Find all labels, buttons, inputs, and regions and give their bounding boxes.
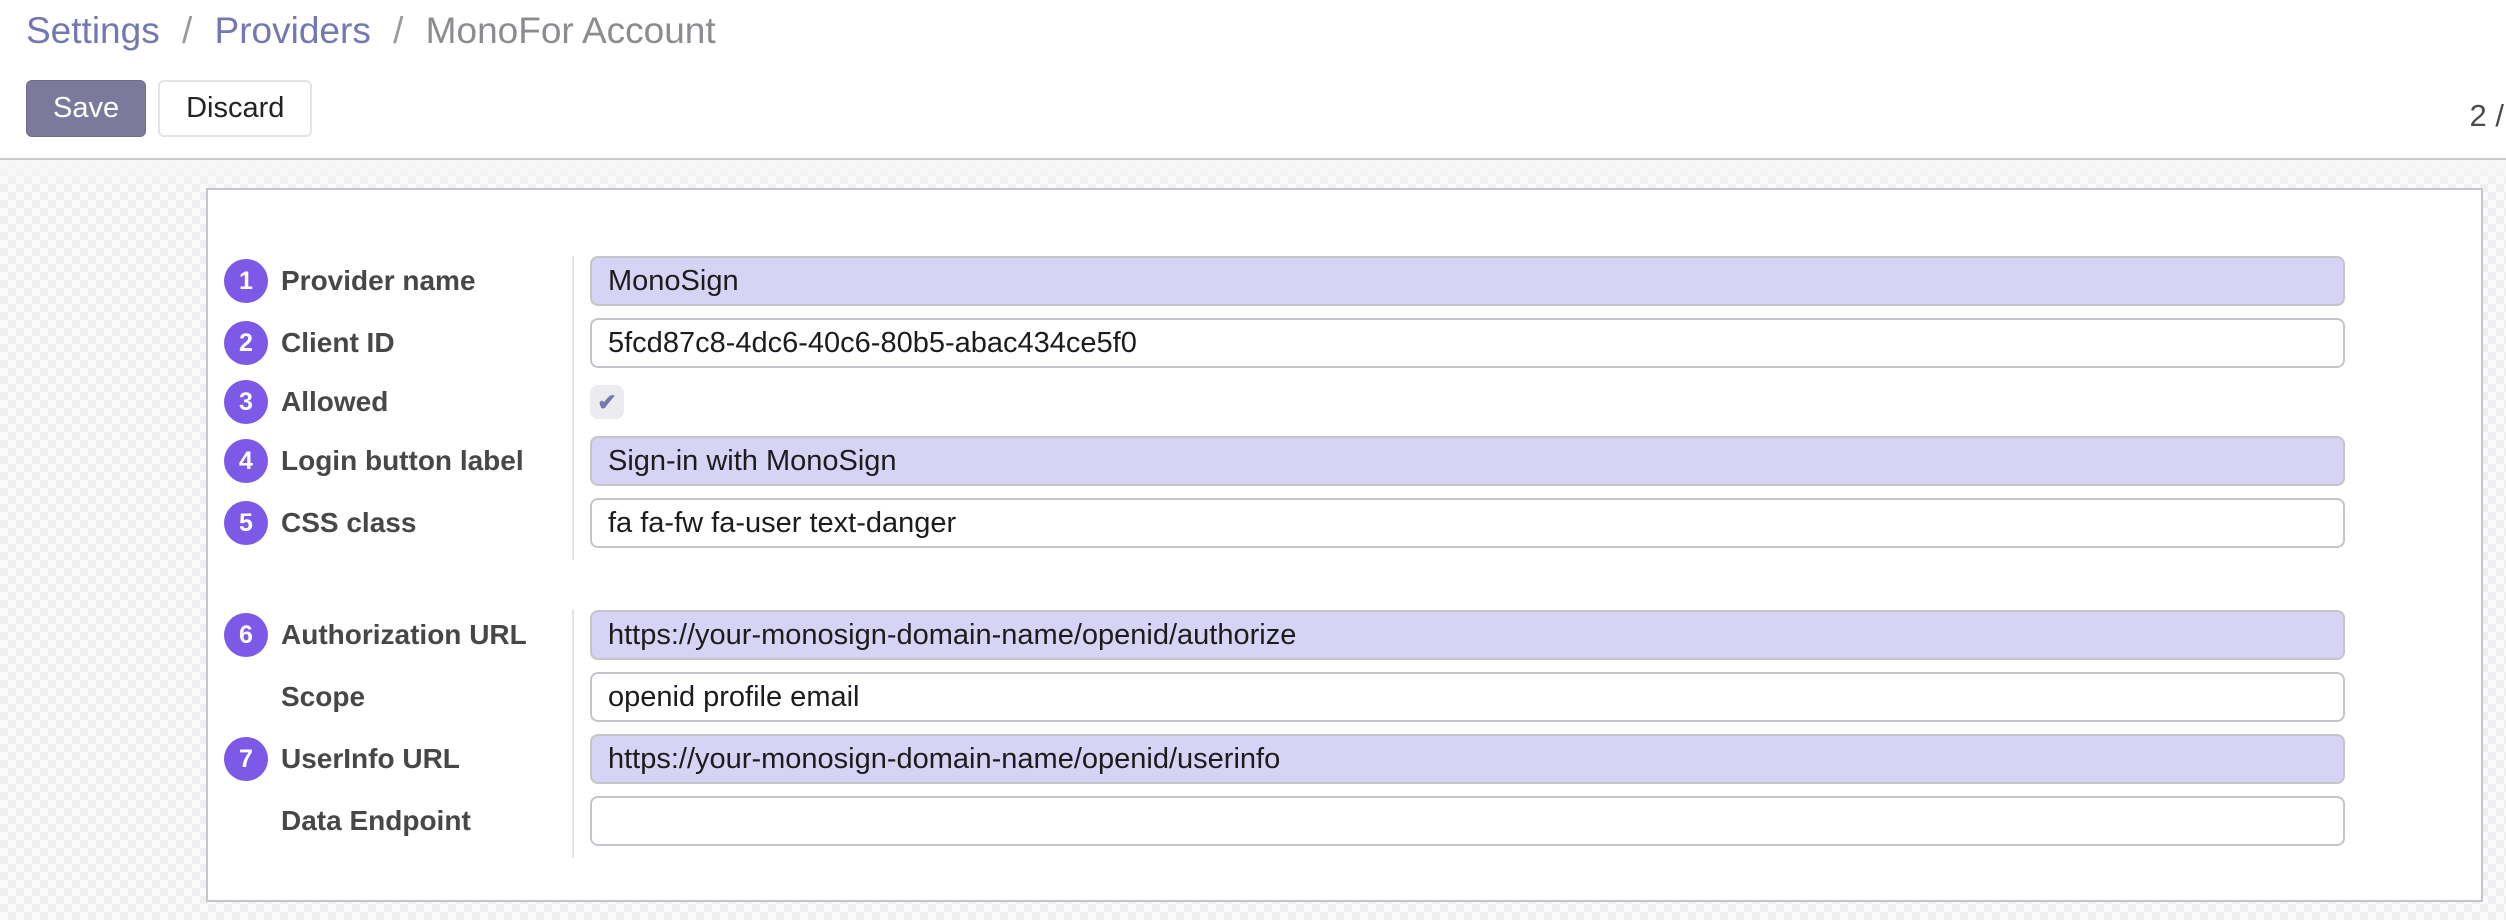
breadcrumb-settings[interactable]: Settings — [26, 10, 160, 51]
breadcrumb: Settings / Providers / MonoFor Account — [26, 6, 2506, 56]
authorization-url-label: Authorization URL — [281, 619, 527, 651]
form-row-data-endpoint: Data Endpoint — [224, 796, 2345, 858]
discard-button[interactable]: Discard — [158, 80, 312, 137]
breadcrumb-separator: / — [393, 10, 403, 51]
form-row-authorization-url: 6 Authorization URL — [224, 610, 2345, 672]
data-endpoint-input[interactable] — [590, 796, 2345, 846]
scope-input[interactable] — [590, 672, 2345, 722]
record-pager[interactable]: 2 / — [2470, 98, 2504, 134]
form-row-allowed: 3 Allowed ✔ — [224, 380, 2345, 436]
form-row-css-class: 5 CSS class — [224, 498, 2345, 560]
breadcrumb-providers[interactable]: Providers — [215, 10, 371, 51]
css-class-input[interactable] — [590, 498, 2345, 548]
step-2-badge: 2 — [224, 321, 268, 365]
control-panel: Settings / Providers / MonoFor Account S… — [0, 0, 2506, 160]
save-button[interactable]: Save — [26, 80, 146, 137]
breadcrumb-separator: / — [182, 10, 192, 51]
form-group-identity: 1 Provider name 2 Client ID — [224, 256, 2345, 560]
form-row-userinfo-url: 7 UserInfo URL — [224, 734, 2345, 796]
client-id-input[interactable] — [590, 318, 2345, 368]
userinfo-url-label: UserInfo URL — [281, 743, 460, 775]
toolbar: Save Discard — [26, 80, 2506, 137]
login-button-label-label: Login button label — [281, 445, 524, 477]
form-row-client-id: 2 Client ID — [224, 318, 2345, 380]
odoo-form-view: Settings / Providers / MonoFor Account S… — [0, 0, 2506, 920]
allowed-checkbox[interactable]: ✔ — [590, 385, 624, 419]
step-5-badge: 5 — [224, 501, 268, 545]
css-class-label: CSS class — [281, 507, 416, 539]
scope-label: Scope — [281, 681, 365, 713]
data-endpoint-label: Data Endpoint — [281, 805, 471, 837]
form-row-login-button-label: 4 Login button label — [224, 436, 2345, 498]
userinfo-url-input[interactable] — [590, 734, 2345, 784]
form-row-scope: Scope — [224, 672, 2345, 734]
provider-name-label: Provider name — [281, 265, 476, 297]
form-card: 1 Provider name 2 Client ID — [206, 188, 2483, 902]
form-group-endpoints: 6 Authorization URL Scope — [224, 610, 2345, 858]
breadcrumb-current: MonoFor Account — [426, 10, 716, 51]
step-3-badge: 3 — [224, 380, 268, 424]
checkmark-icon: ✔ — [597, 391, 616, 414]
form-row-provider-name: 1 Provider name — [224, 256, 2345, 318]
content-area: 1 Provider name 2 Client ID — [0, 160, 2506, 920]
step-6-badge: 6 — [224, 613, 268, 657]
provider-name-input[interactable] — [590, 256, 2345, 306]
step-7-badge: 7 — [224, 737, 268, 781]
login-button-label-input[interactable] — [590, 436, 2345, 486]
step-4-badge: 4 — [224, 439, 268, 483]
allowed-label: Allowed — [281, 386, 388, 418]
client-id-label: Client ID — [281, 327, 395, 359]
authorization-url-input[interactable] — [590, 610, 2345, 660]
step-1-badge: 1 — [224, 259, 268, 303]
